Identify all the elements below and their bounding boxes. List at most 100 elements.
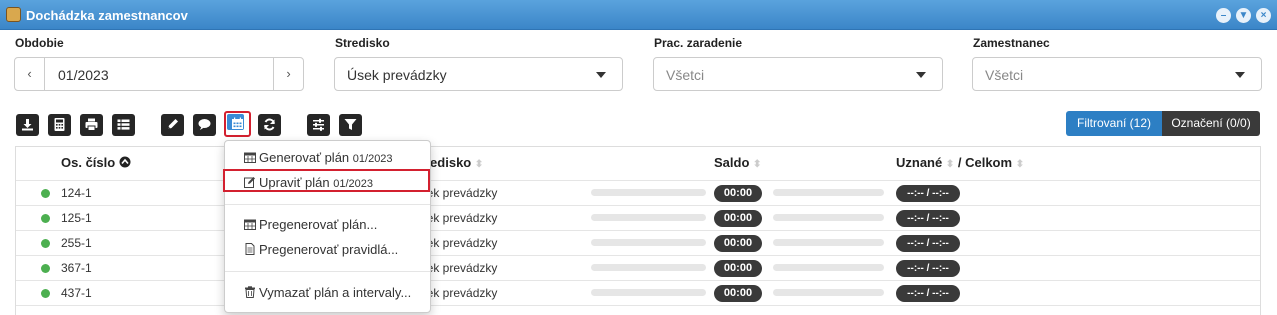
list-button[interactable] <box>112 114 135 136</box>
uznane-badge: --:-- / --:-- <box>896 260 960 277</box>
sort-asc-icon <box>119 156 131 168</box>
zaradenie-select[interactable]: Všetci <box>653 57 943 91</box>
sort-icon: ⬍ <box>474 159 484 170</box>
download-icon <box>22 119 33 131</box>
period-prev-button[interactable]: ‹ <box>15 58 45 90</box>
selected-toggle[interactable]: Označení (0/0) <box>1162 111 1260 136</box>
cell-os-cislo: 255-1 <box>61 236 92 250</box>
print-icon <box>85 118 98 131</box>
cell-os-cislo: 124-1 <box>61 186 92 200</box>
list-icon <box>117 119 130 130</box>
employees-table: Os. číslo Stredisko ⬍ Saldo ⬍ Uznané ⬍ /… <box>15 146 1261 315</box>
settings-button[interactable] <box>307 114 330 136</box>
calendar-icon <box>244 219 256 230</box>
period-picker: ‹ 01/2023 › <box>14 57 304 91</box>
menu-divider <box>225 271 430 272</box>
window-titlebar: Dochádzka zamestnancov – ▼ × <box>0 0 1277 30</box>
zamestnanec-label: Zamestnanec <box>973 36 1050 50</box>
trash-icon <box>245 286 255 298</box>
header-uznane[interactable]: Uznané ⬍ / Celkom ⬍ <box>896 155 1024 170</box>
uznane-bar <box>773 264 884 271</box>
uznane-badge: --:-- / --:-- <box>896 185 960 202</box>
calendar-button[interactable] <box>224 111 251 137</box>
pencil-icon <box>168 119 178 129</box>
comment-icon <box>198 119 211 130</box>
header-saldo[interactable]: Saldo ⬍ <box>714 155 761 170</box>
period-label: Obdobie <box>15 36 64 50</box>
calculator-icon <box>54 118 65 131</box>
sort-icon: ⬍ <box>1015 159 1025 170</box>
table-row[interactable]: 437-1 Úsek prevádzky 00:00 --:-- / --:-- <box>16 280 1260 305</box>
saldo-bar <box>591 289 706 296</box>
status-dot <box>41 289 50 298</box>
saldo-badge: 00:00 <box>714 185 762 202</box>
window-title: Dochádzka zamestnancov <box>26 8 188 23</box>
close-icon[interactable]: × <box>1256 8 1271 23</box>
sort-icon: ⬍ <box>945 159 955 170</box>
saldo-bar <box>591 239 706 246</box>
refresh-icon <box>264 118 275 131</box>
zamestnanec-value: Všetci <box>985 67 1024 83</box>
menu-item-regenerate-plan[interactable]: Pregenerovať plán... <box>244 217 377 232</box>
sort-icon: ⬍ <box>753 159 762 170</box>
table-row[interactable] <box>16 305 1260 315</box>
table-row[interactable]: 125-1 Úsek prevádzky 00:00 --:-- / --:-- <box>16 205 1260 230</box>
minimize-icon[interactable]: – <box>1216 8 1231 23</box>
uznane-badge: --:-- / --:-- <box>896 235 960 252</box>
cell-os-cislo: 437-1 <box>61 286 92 300</box>
calculator-button[interactable] <box>48 114 71 136</box>
calendar-dropdown-menu: Generovať plán 01/2023 Upraviť plán 01/2… <box>223 140 431 313</box>
comment-button[interactable] <box>193 114 216 136</box>
document-icon <box>245 243 255 255</box>
zaradenie-value: Všetci <box>666 67 705 83</box>
zamestnanec-select[interactable]: Všetci <box>972 57 1262 91</box>
highlight-frame <box>223 169 430 192</box>
chevron-down-icon <box>1235 72 1245 78</box>
print-button[interactable] <box>80 114 103 136</box>
status-dot <box>41 239 50 248</box>
saldo-badge: 00:00 <box>714 260 762 277</box>
status-dot <box>41 189 50 198</box>
header-os-cislo[interactable]: Os. číslo <box>61 155 131 170</box>
export-button[interactable] <box>16 114 39 136</box>
menu-divider <box>225 204 430 205</box>
menu-item-delete-plan[interactable]: Vymazať plán a intervaly... <box>244 285 411 300</box>
uznane-bar <box>773 289 884 296</box>
stredisko-value: Úsek prevádzky <box>347 67 447 83</box>
sliders-icon <box>313 118 324 131</box>
table-row[interactable]: 255-1 Úsek prevádzky 00:00 --:-- / --:-- <box>16 230 1260 255</box>
edit-button[interactable] <box>161 114 184 136</box>
zaradenie-label: Prac. zaradenie <box>654 36 743 50</box>
table-row[interactable]: 124-1 Úsek prevádzky 00:00 --:-- / --:-- <box>16 180 1260 205</box>
saldo-bar <box>591 189 706 196</box>
filter-button[interactable] <box>339 114 362 136</box>
saldo-bar <box>591 214 706 221</box>
uznane-bar <box>773 214 884 221</box>
menu-item-generate-plan[interactable]: Generovať plán 01/2023 <box>244 150 393 165</box>
uznane-badge: --:-- / --:-- <box>896 210 960 227</box>
saldo-badge: 00:00 <box>714 210 762 227</box>
saldo-badge: 00:00 <box>714 235 762 252</box>
status-dot <box>41 264 50 273</box>
period-value[interactable]: 01/2023 <box>58 67 109 83</box>
period-next-button[interactable]: › <box>273 58 303 90</box>
cell-os-cislo: 367-1 <box>61 261 92 275</box>
filtered-toggle[interactable]: Filtrovaní (12) <box>1066 111 1162 136</box>
menu-item-regenerate-rules[interactable]: Pregenerovať pravidlá... <box>244 242 398 257</box>
uznane-bar <box>773 239 884 246</box>
chevron-down-icon <box>596 72 606 78</box>
uznane-bar <box>773 189 884 196</box>
cell-os-cislo: 125-1 <box>61 211 92 225</box>
calendar-icon <box>244 152 256 163</box>
status-dot <box>41 214 50 223</box>
stredisko-label: Stredisko <box>335 36 390 50</box>
app-icon <box>6 7 21 22</box>
refresh-button[interactable] <box>258 114 281 136</box>
collapse-icon[interactable]: ▼ <box>1236 8 1251 23</box>
calendar-icon <box>232 117 243 129</box>
uznane-badge: --:-- / --:-- <box>896 285 960 302</box>
stredisko-select[interactable]: Úsek prevádzky <box>334 57 623 91</box>
saldo-bar <box>591 264 706 271</box>
table-row[interactable]: 367-1 Úsek prevádzky 00:00 --:-- / --:-- <box>16 255 1260 280</box>
chevron-down-icon <box>916 72 926 78</box>
